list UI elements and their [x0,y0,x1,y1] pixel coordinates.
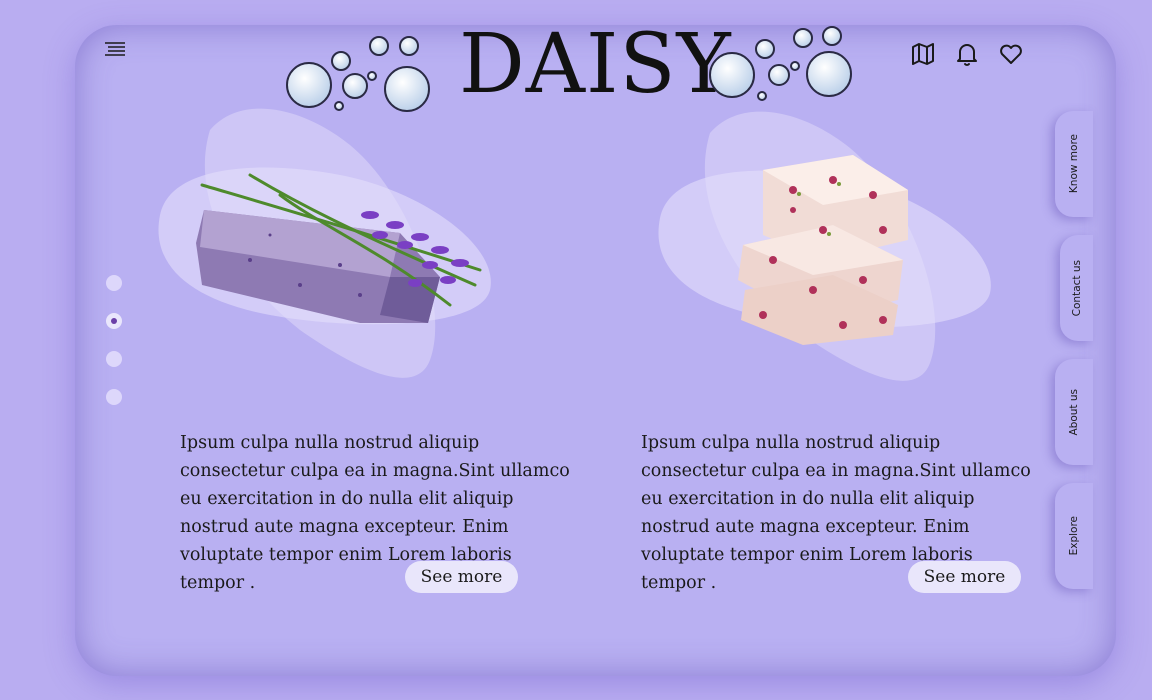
menu-lines-icon[interactable] [104,41,126,57]
carousel-dot-2[interactable] [106,313,122,329]
side-tab-label: Contact us [1070,259,1083,317]
rose-soap-image [738,155,908,345]
side-tab-explore[interactable]: Explore [1055,483,1093,589]
carousel-dot-3[interactable] [106,351,122,367]
side-tab-label: About us [1068,388,1080,436]
side-tab-label: Know more [1068,134,1080,194]
header-icons [910,41,1024,67]
lavender-soap-image [196,173,482,323]
bell-icon[interactable] [954,41,980,67]
side-tab-contact-us[interactable]: Contact us [1060,235,1093,341]
heart-icon[interactable] [998,41,1024,67]
see-more-button-1[interactable]: See more [405,561,518,593]
side-tab-know-more[interactable]: Know more [1055,111,1093,217]
side-tab-about-us[interactable]: About us [1055,359,1093,465]
map-icon[interactable] [910,41,936,67]
carousel-dot-4[interactable] [106,389,122,405]
carousel-dot-1[interactable] [106,275,122,291]
bubbles-decoration-left [286,36,430,112]
side-tab-label: Explore [1068,516,1080,556]
bubbles-decoration-right [709,26,852,101]
brand-title: DAISY [459,17,732,112]
see-more-button-2[interactable]: See more [908,561,1021,593]
